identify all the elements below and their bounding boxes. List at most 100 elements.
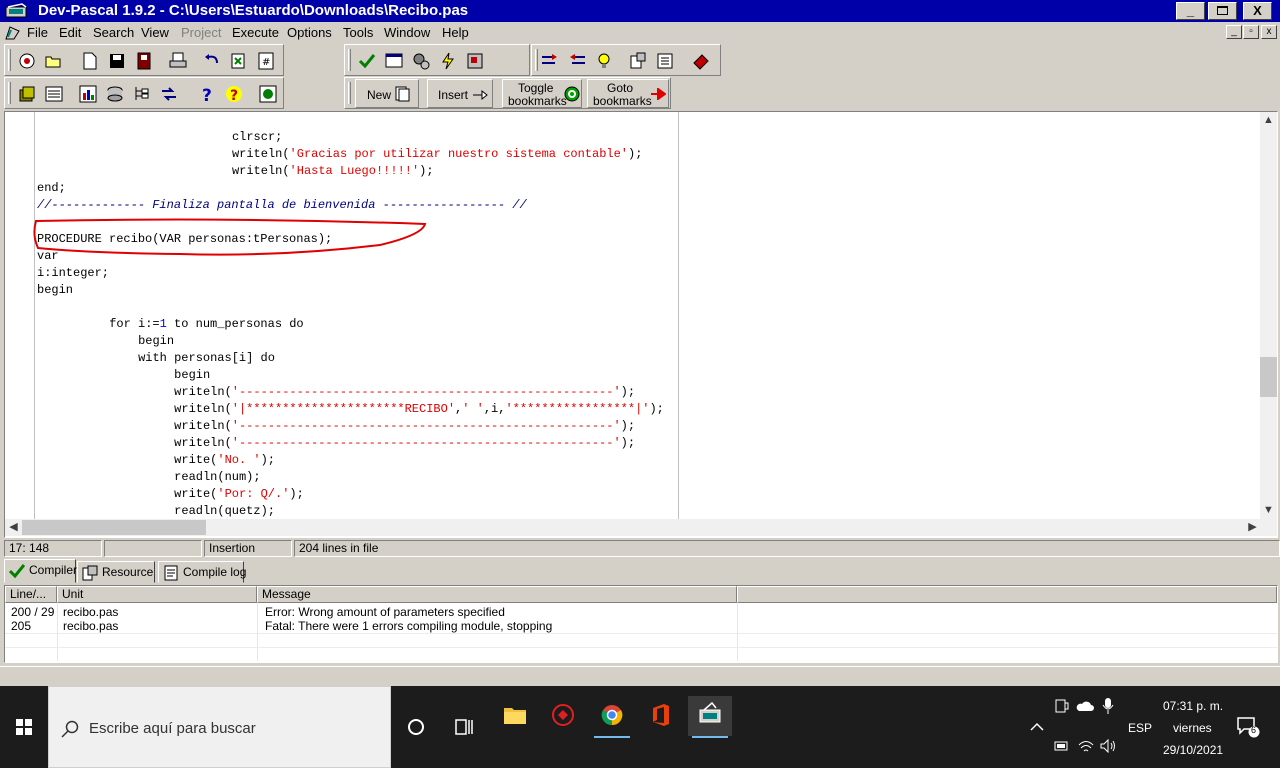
move-button[interactable] <box>157 82 181 105</box>
code-editor[interactable]: clrscr; writeln('Gracias por utilizar nue… <box>4 111 1278 538</box>
new-project-button[interactable] <box>15 82 39 105</box>
scroll-left-arrow-icon[interactable]: ◀ <box>5 519 22 536</box>
column-line[interactable]: Line/... <box>5 586 57 603</box>
menu-search[interactable]: Search <box>93 25 134 40</box>
column-message[interactable]: Message <box>257 586 737 603</box>
title-bar[interactable]: Dev-Pascal 1.9.2 - C:\Users\Estuardo\Dow… <box>0 0 1280 22</box>
notification-center-button[interactable]: 6 <box>1236 716 1262 738</box>
file-explorer-taskbar[interactable] <box>492 696 536 736</box>
run-button[interactable] <box>382 49 406 72</box>
menu-options[interactable]: Options <box>287 25 332 40</box>
rebuild-button[interactable] <box>436 49 460 72</box>
dev-pascal-taskbar[interactable] <box>688 696 732 738</box>
editor-gutter[interactable] <box>5 112 35 519</box>
cortana-button[interactable] <box>400 711 432 743</box>
unindent-button[interactable] <box>565 49 589 72</box>
tab-compiler[interactable]: Compiler <box>4 559 77 583</box>
debug-button[interactable] <box>463 49 487 72</box>
toolbar-grip[interactable] <box>348 49 351 71</box>
toolbar-grip[interactable] <box>8 82 11 104</box>
mdi-minimize-button[interactable]: _ <box>1226 25 1242 39</box>
code-line[interactable]: write('Por: Q/.'); <box>174 486 304 503</box>
code-area[interactable]: clrscr; writeln('Gracias por utilizar nue… <box>37 129 1259 519</box>
code-line[interactable]: writeln('-------------------------------… <box>174 384 635 401</box>
classes-button[interactable] <box>130 82 154 105</box>
goto-bookmarks-button[interactable]: Goto bookmarks <box>587 79 669 108</box>
clock-time[interactable]: 07:31 p. m. <box>1163 699 1223 713</box>
onedrive-cloud-icon[interactable] <box>1076 700 1094 712</box>
code-line[interactable]: writeln('-------------------------------… <box>174 435 635 452</box>
message-row-fatal[interactable]: 205 recibo.pas Fatal: There were 1 error… <box>5 619 1277 633</box>
menu-edit[interactable]: Edit <box>59 25 81 40</box>
toolbar-grip[interactable] <box>8 49 11 71</box>
chrome-taskbar[interactable] <box>590 696 634 738</box>
tab-compile-log[interactable]: Compile log <box>158 561 246 583</box>
eraser-button[interactable] <box>689 49 713 72</box>
help-button[interactable]: ? <box>195 82 219 105</box>
undo-button[interactable] <box>200 49 224 72</box>
project-options-button[interactable] <box>626 49 650 72</box>
vertical-scroll-thumb[interactable] <box>1260 357 1277 397</box>
wifi-icon[interactable] <box>1078 739 1094 753</box>
code-line[interactable]: i:integer; <box>37 265 109 282</box>
project-button[interactable] <box>15 49 39 72</box>
volume-icon[interactable] <box>1100 739 1118 753</box>
code-line[interactable]: writeln('Gracias por utilizar nuestro si… <box>232 146 642 163</box>
minimize-button[interactable]: _ <box>1176 2 1205 20</box>
message-row-error[interactable]: 200 / 29 recibo.pas Error: Wrong amount … <box>5 605 1277 619</box>
code-line[interactable]: end; <box>37 180 66 197</box>
taskbar-search-box[interactable]: Escribe aquí para buscar <box>48 686 391 768</box>
scroll-down-arrow-icon[interactable]: ▼ <box>1260 502 1277 519</box>
app-taskbar-red[interactable] <box>541 696 585 736</box>
save-button[interactable] <box>105 49 129 72</box>
code-line[interactable]: readln(num); <box>174 469 260 486</box>
compiler-options-button[interactable] <box>653 49 677 72</box>
vertical-scrollbar[interactable]: ▲ ▼ <box>1260 112 1277 519</box>
goto-line-button[interactable]: # <box>254 49 278 72</box>
document-menu-icon[interactable] <box>4 25 21 41</box>
menu-file[interactable]: File <box>27 25 48 40</box>
toggle-bookmarks-button[interactable]: Toggle bookmarks <box>502 79 582 108</box>
start-button[interactable] <box>0 686 48 768</box>
column-unit[interactable]: Unit <box>57 586 257 603</box>
people-icon[interactable] <box>1055 699 1069 713</box>
insert-button[interactable]: Insert <box>427 79 493 108</box>
clock-date[interactable]: 29/10/2021 <box>1163 743 1223 757</box>
scroll-up-arrow-icon[interactable]: ▲ <box>1260 112 1277 129</box>
code-line[interactable]: readln(quetz); <box>174 503 275 519</box>
new-button[interactable]: New <box>355 79 419 108</box>
windows-button[interactable] <box>42 82 66 105</box>
about-button[interactable] <box>256 82 280 105</box>
input-language[interactable]: ESP <box>1128 721 1152 735</box>
tab-resource[interactable]: Resource <box>77 561 155 583</box>
compiler-messages[interactable]: Line/... Unit Message 200 / 29 recibo.pa… <box>4 585 1278 663</box>
code-line[interactable]: begin <box>174 367 210 384</box>
menu-tools[interactable]: Tools <box>343 25 373 40</box>
code-line[interactable]: writeln('Hasta Luego!!!!!'); <box>232 163 434 180</box>
code-line[interactable]: writeln('-------------------------------… <box>174 418 635 435</box>
code-line[interactable]: begin <box>138 333 174 350</box>
close-file-button[interactable] <box>132 49 156 72</box>
microphone-icon[interactable] <box>1102 697 1114 715</box>
mdi-close-button[interactable]: x <box>1261 25 1277 39</box>
menu-execute[interactable]: Execute <box>232 25 279 40</box>
menu-view[interactable]: View <box>141 25 169 40</box>
tip-button[interactable] <box>592 49 616 72</box>
code-line[interactable]: for i:=1 to num_personas do <box>109 316 303 333</box>
toolbar-grip[interactable] <box>348 82 351 104</box>
horizontal-scroll-thumb[interactable] <box>22 520 206 535</box>
compile-button[interactable] <box>355 49 379 72</box>
find-button[interactable] <box>227 49 251 72</box>
code-line[interactable]: with personas[i] do <box>138 350 275 367</box>
task-view-button[interactable] <box>448 711 480 743</box>
office-taskbar[interactable] <box>639 696 683 736</box>
close-button[interactable]: X <box>1243 2 1272 20</box>
horizontal-scrollbar[interactable]: ◀ ▶ <box>5 519 1277 536</box>
new-file-button[interactable] <box>78 49 102 72</box>
code-line[interactable]: write('No. '); <box>174 452 275 469</box>
code-line[interactable]: //------------- Finaliza pantalla de bie… <box>37 197 527 214</box>
menu-project[interactable]: Project <box>181 25 221 40</box>
scroll-right-arrow-icon[interactable]: ▶ <box>1244 519 1261 536</box>
code-line[interactable]: clrscr; <box>232 129 282 146</box>
compile-run-button[interactable] <box>409 49 433 72</box>
